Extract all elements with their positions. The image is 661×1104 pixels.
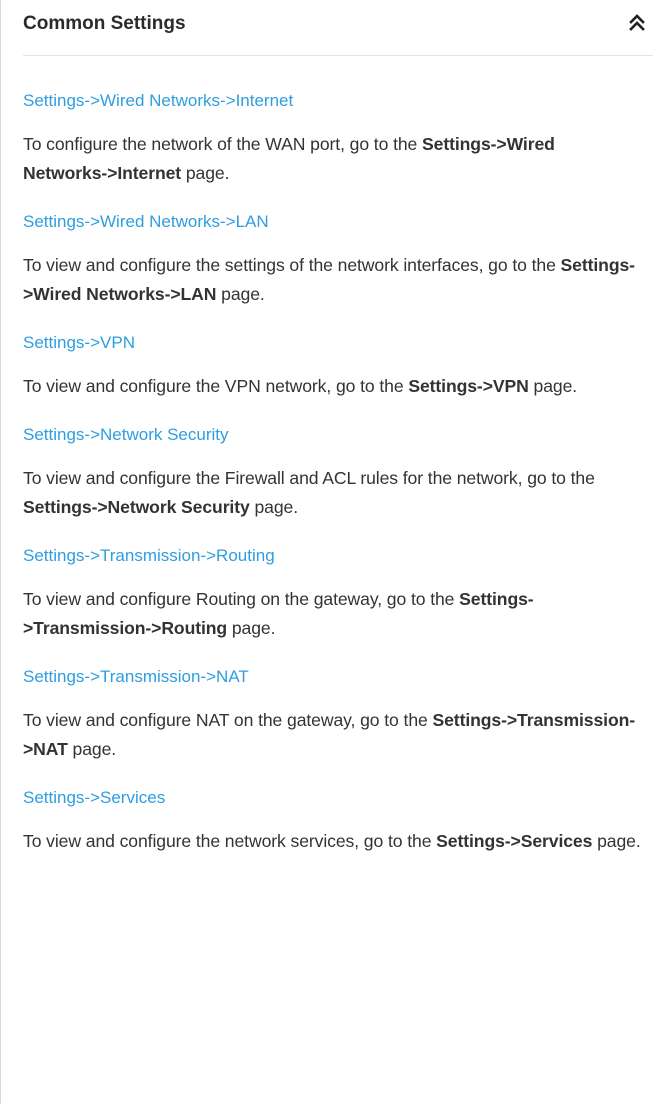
description-text: page. (181, 163, 230, 183)
list-item: Settings->Transmission->NAT To view and … (23, 664, 641, 764)
description-text: page. (216, 284, 265, 304)
description-network-security: To view and configure the Firewall and A… (23, 464, 641, 522)
link-vpn[interactable]: Settings->VPN (23, 330, 641, 356)
link-network-security[interactable]: Settings->Network Security (23, 422, 641, 448)
description-transmission-nat: To view and configure NAT on the gateway… (23, 706, 641, 764)
settings-list: Settings->Wired Networks->Internet To co… (23, 88, 641, 877)
description-vpn: To view and configure the VPN network, g… (23, 372, 641, 401)
description-text: page. (249, 497, 298, 517)
list-item: Settings->Wired Networks->Internet To co… (23, 88, 641, 188)
description-path: Settings->VPN (408, 376, 529, 396)
description-text: To view and configure NAT on the gateway… (23, 710, 433, 730)
description-text: To configure the network of the WAN port… (23, 134, 423, 154)
description-path: Settings->Network Security (23, 497, 250, 517)
description-text: To view and configure the network servic… (23, 831, 437, 851)
list-item: Settings->VPN To view and configure the … (23, 330, 641, 401)
description-wired-networks-lan: To view and configure the settings of th… (23, 251, 641, 309)
description-path: Settings->Services (436, 831, 593, 851)
description-text: To view and configure the VPN network, g… (23, 376, 409, 396)
list-item: Settings->Network Security To view and c… (23, 422, 641, 522)
description-transmission-routing: To view and configure Routing on the gat… (23, 585, 641, 643)
description-services: To view and configure the network servic… (23, 827, 641, 856)
link-transmission-nat[interactable]: Settings->Transmission->NAT (23, 664, 641, 690)
link-services[interactable]: Settings->Services (23, 785, 641, 811)
description-text: page. (528, 376, 578, 396)
description-text: To view and configure the Firewall and A… (23, 468, 595, 488)
section-header[interactable]: Common Settings (1, 0, 661, 55)
description-text: To view and configure Routing on the gat… (23, 589, 460, 609)
list-item: Settings->Services To view and configure… (23, 785, 641, 856)
common-settings-panel: Common Settings Settings->Wired Networks… (0, 0, 661, 1104)
description-text: page. (592, 831, 641, 851)
section-title: Common Settings (23, 13, 186, 34)
link-transmission-routing[interactable]: Settings->Transmission->Routing (23, 543, 641, 569)
double-chevron-up-icon[interactable] (626, 10, 648, 36)
header-divider (23, 55, 653, 56)
description-text: page. (227, 618, 276, 638)
description-wired-networks-internet: To configure the network of the WAN port… (23, 130, 641, 188)
link-wired-networks-internet[interactable]: Settings->Wired Networks->Internet (23, 88, 641, 114)
link-wired-networks-lan[interactable]: Settings->Wired Networks->LAN (23, 209, 641, 235)
list-item: Settings->Wired Networks->LAN To view an… (23, 209, 641, 309)
list-item: Settings->Transmission->Routing To view … (23, 543, 641, 643)
description-text: page. (67, 739, 117, 759)
description-text: To view and configure the settings of th… (23, 255, 561, 275)
